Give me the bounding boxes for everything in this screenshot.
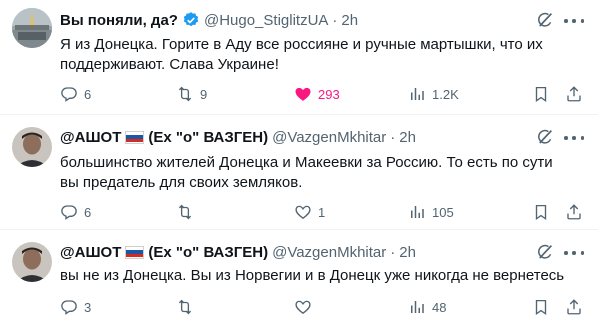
- separator-dot: ·: [390, 243, 396, 261]
- reply-button[interactable]: 3: [60, 297, 91, 317]
- bookmark-button[interactable]: [532, 202, 550, 222]
- more-icon[interactable]: [564, 128, 584, 148]
- avatar[interactable]: [12, 242, 52, 282]
- reply-button[interactable]: 6: [60, 84, 91, 104]
- separator-dot: ·: [390, 128, 396, 146]
- tweet-1[interactable]: Вы поняли, да? @Hugo_StiglitzUA · 2h Я и…: [0, 0, 598, 115]
- views-count: 48: [432, 299, 447, 315]
- author-name[interactable]: @АШОТ: [60, 244, 121, 261]
- views-icon: [408, 85, 426, 103]
- heart-icon: [294, 85, 312, 103]
- heart-icon: [294, 203, 312, 221]
- more-icon[interactable]: [564, 243, 584, 263]
- tweet-header: @АШОТ (Ex "о" ВАЗГЕН) @VazgenMkhitar · 2…: [60, 242, 558, 262]
- bookmark-button[interactable]: [532, 84, 550, 104]
- ru-flag-icon: [125, 130, 145, 144]
- author-handle[interactable]: @VazgenMkhitar: [272, 244, 386, 261]
- reply-count: 6: [84, 86, 92, 102]
- reply-icon: [60, 203, 78, 221]
- views-button[interactable]: 1.2K: [408, 84, 459, 104]
- tweet-2[interactable]: @АШОТ (Ex "о" ВАЗГЕН) @VazgenMkhitar · 2…: [0, 115, 598, 230]
- reply-icon: [60, 85, 78, 103]
- timestamp[interactable]: 2h: [399, 129, 416, 146]
- like-count: 293: [318, 86, 340, 102]
- more-icon[interactable]: [564, 11, 584, 31]
- retweet-count: 9: [200, 86, 208, 102]
- tweet-header: @АШОТ (Ex "о" ВАЗГЕН) @VazgenMkhitar · 2…: [60, 127, 558, 147]
- views-count: 105: [432, 204, 454, 220]
- share-icon: [565, 203, 583, 221]
- like-count: 1: [318, 204, 326, 220]
- tweet-header: Вы поняли, да? @Hugo_StiglitzUA · 2h: [60, 10, 558, 30]
- retweet-icon: [176, 85, 194, 103]
- share-button[interactable]: [565, 84, 583, 104]
- tweet-text: большинство жителей Донецка и Макеевки з…: [60, 154, 553, 191]
- reply-button[interactable]: 6: [60, 202, 91, 222]
- share-icon: [565, 85, 583, 103]
- bookmark-icon: [532, 203, 550, 221]
- like-button[interactable]: [294, 297, 318, 317]
- views-icon: [408, 298, 426, 316]
- share-button[interactable]: [565, 202, 583, 222]
- grok-icon[interactable]: [536, 128, 554, 146]
- retweet-icon: [176, 298, 194, 316]
- timestamp[interactable]: 2h: [341, 12, 358, 29]
- bookmark-icon: [532, 85, 550, 103]
- author-name[interactable]: @АШОТ: [60, 129, 121, 146]
- retweet-button[interactable]: [176, 297, 200, 317]
- action-bar: 6 1 105: [60, 202, 584, 222]
- retweet-icon: [176, 203, 194, 221]
- like-button[interactable]: 293: [294, 84, 340, 104]
- ru-flag-icon: [125, 245, 145, 259]
- retweet-button[interactable]: [176, 202, 200, 222]
- share-icon: [565, 298, 583, 316]
- author-name-suffix[interactable]: (Ex "о" ВАЗГЕН): [148, 244, 268, 261]
- tweet-text: Я из Донецка. Горите в Аду все россияне …: [60, 36, 543, 73]
- grok-icon[interactable]: [536, 11, 554, 29]
- heart-icon: [294, 298, 312, 316]
- bookmark-icon: [532, 298, 550, 316]
- avatar[interactable]: [12, 127, 52, 167]
- avatar[interactable]: [12, 8, 52, 48]
- author-name[interactable]: Вы поняли, да?: [60, 12, 178, 29]
- bookmark-button[interactable]: [532, 297, 550, 317]
- like-button[interactable]: 1: [294, 202, 325, 222]
- author-handle[interactable]: @VazgenMkhitar: [272, 129, 386, 146]
- share-button[interactable]: [565, 297, 583, 317]
- reply-count: 6: [84, 204, 92, 220]
- tweet-3[interactable]: @АШОТ (Ex "о" ВАЗГЕН) @VazgenMkhitar · 2…: [0, 230, 598, 326]
- tweet-text: вы не из Донецка. Вы из Норвегии и в Дон…: [60, 267, 565, 284]
- author-handle[interactable]: @Hugo_StiglitzUA: [204, 12, 328, 29]
- reply-icon: [60, 298, 78, 316]
- action-bar: 6 9 293 1.2K: [60, 84, 584, 104]
- verified-badge-icon: [182, 11, 200, 29]
- views-icon: [408, 203, 426, 221]
- author-name-suffix[interactable]: (Ex "о" ВАЗГЕН): [148, 129, 268, 146]
- reply-count: 3: [84, 299, 92, 315]
- retweet-button[interactable]: 9: [176, 84, 207, 104]
- views-button[interactable]: 105: [408, 202, 454, 222]
- views-count: 1.2K: [432, 86, 459, 102]
- timestamp[interactable]: 2h: [399, 244, 416, 261]
- views-button[interactable]: 48: [408, 297, 446, 317]
- separator-dot: ·: [332, 11, 338, 29]
- action-bar: 3 48: [60, 297, 584, 317]
- grok-icon[interactable]: [536, 243, 554, 261]
